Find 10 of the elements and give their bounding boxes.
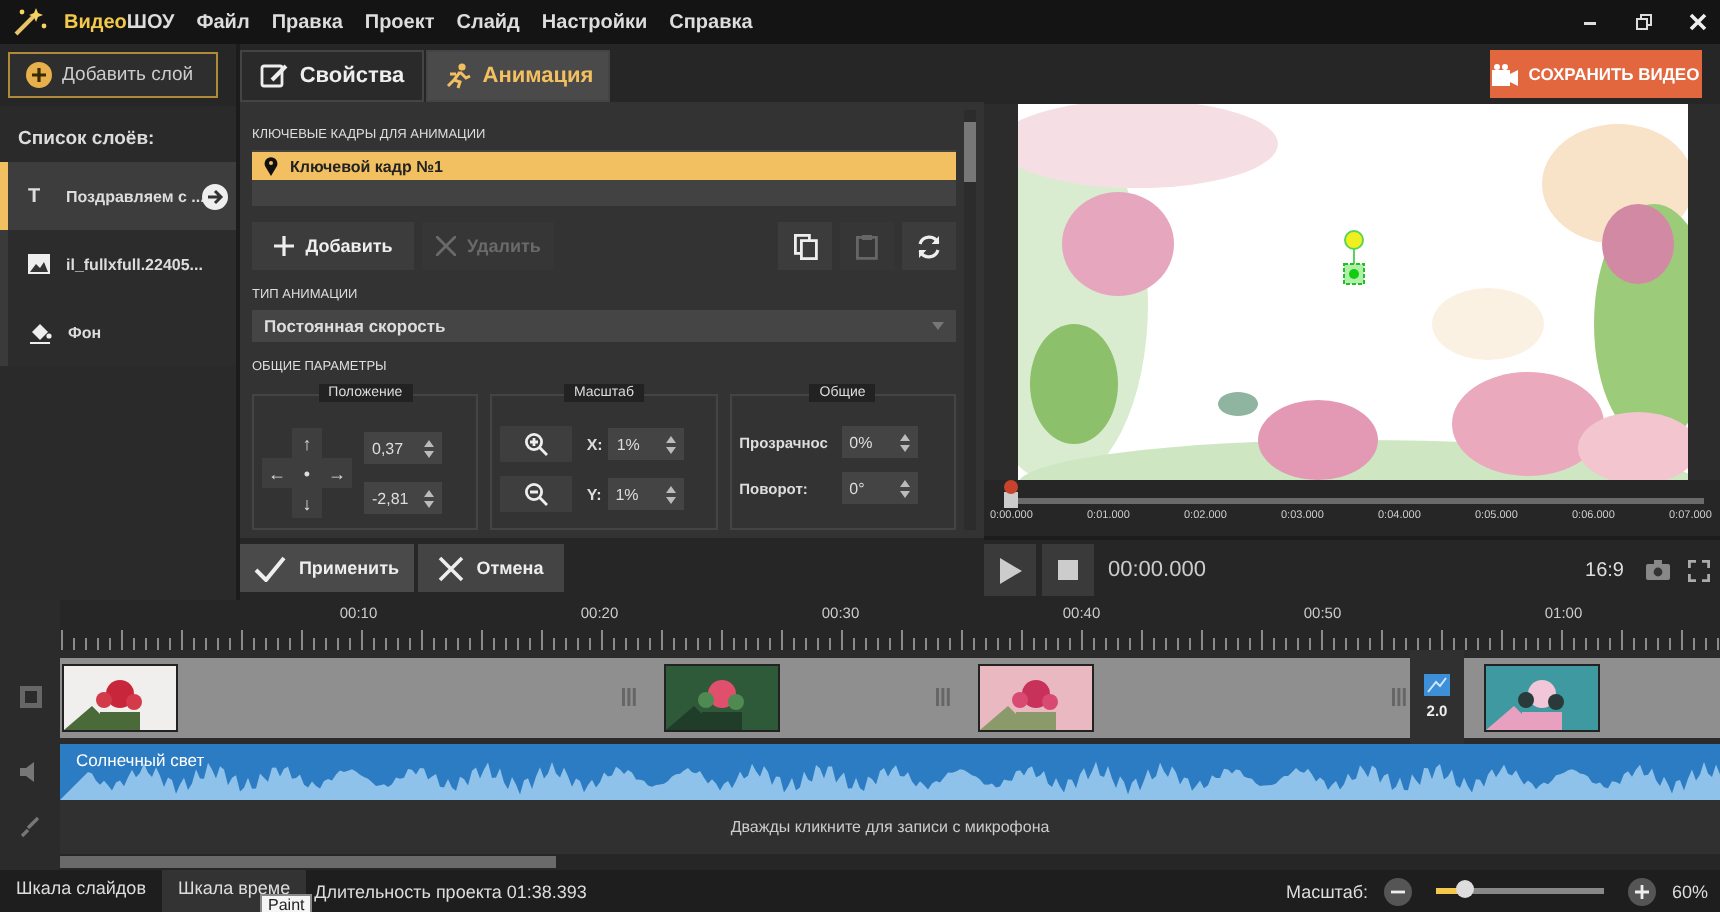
project-duration: Длительность проекта 01:38.393 <box>314 881 587 901</box>
layers-heading: Список слоёв: <box>16 126 157 154</box>
playback-time: 00:00.000 <box>1108 558 1206 582</box>
audio-track-label: Солнечный свет <box>76 750 205 770</box>
zoom-label: Масштаб: <box>1285 881 1368 901</box>
tooltip: Paint <box>260 894 313 912</box>
app-title: ВидеоШОУ <box>64 11 175 33</box>
zoom-value: 60% <box>1671 881 1708 901</box>
field-label: X: <box>586 435 603 454</box>
field-label: Y: <box>586 485 602 504</box>
